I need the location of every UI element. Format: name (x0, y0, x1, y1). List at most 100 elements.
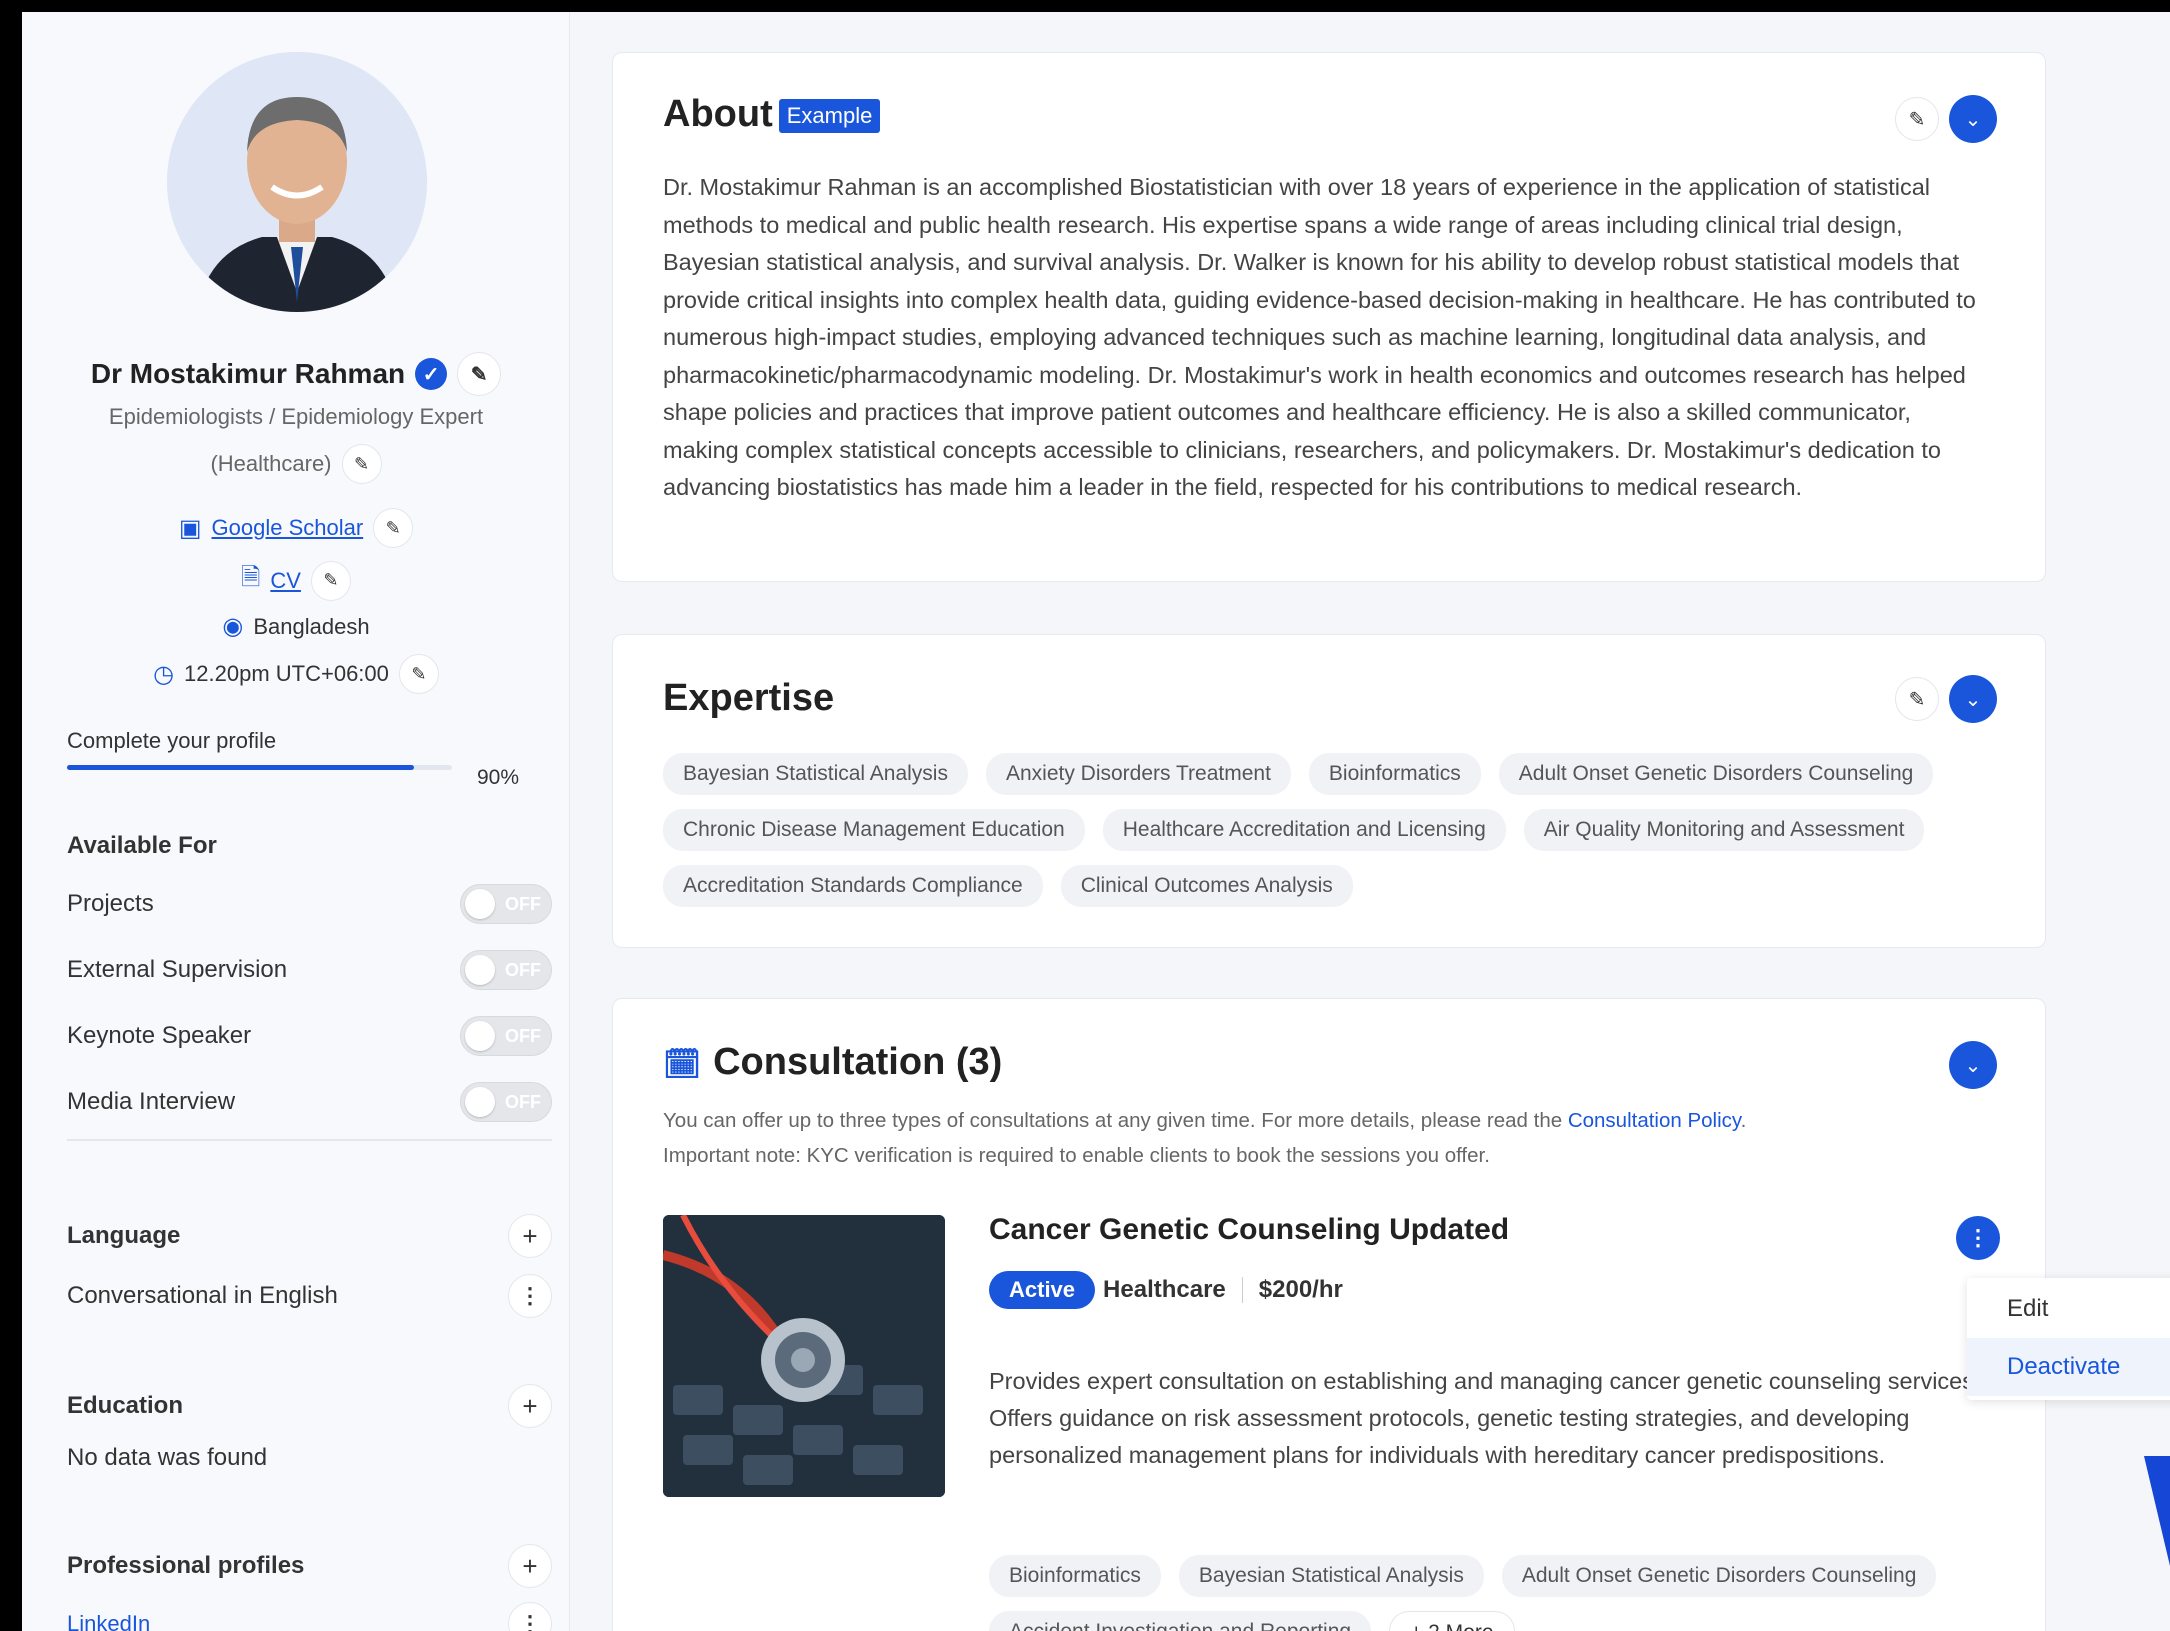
consultation-price: $200/hr (1258, 1276, 1343, 1303)
edit-title-button[interactable]: ✎ (341, 444, 382, 484)
about-text: Dr. Mostakimur Rahman is an accomplished… (663, 174, 1976, 500)
edit-cv-button[interactable]: ✎ (310, 560, 351, 601)
expertise-tag: Adult Onset Genetic Disorders Counseling (1498, 753, 1934, 795)
consultation-item-title[interactable]: Cancer Genetic Counseling Updated (989, 1213, 1509, 1247)
collapse-expertise-button[interactable]: ⌄ (1949, 675, 1997, 723)
collapse-consultation-button[interactable]: ⌄ (1949, 1041, 1997, 1089)
expertise-tag: Anxiety Disorders Treatment (985, 753, 1291, 795)
expertise-tag: Bayesian Statistical Analysis (663, 753, 968, 795)
menu-deactivate[interactable]: Deactivate (1967, 1338, 2170, 1396)
professional-header: Professional profiles + (67, 1544, 552, 1588)
available-for-title: Available For (67, 832, 217, 859)
profile-title-line2: (Healthcare) ✎ (22, 444, 570, 484)
language-item: Conversational in English ⋮ (67, 1274, 552, 1318)
scholar-row: ▣ Google Scholar ✎ (22, 508, 570, 548)
time-text: 12.20pm UTC+06:00 (184, 661, 389, 686)
consultation-tags: Bioinformatics Bayesian Statistical Anal… (989, 1555, 1989, 1631)
example-badge: Example (778, 98, 881, 133)
consultation-meta: Active Healthcare $200/hr (989, 1271, 1343, 1309)
add-language-button[interactable]: + (508, 1214, 552, 1258)
consultation-tag: Accident Investigation and Reporting (989, 1611, 1372, 1631)
expertise-title: Expertise (663, 677, 835, 719)
profile-name: Dr Mostakimur Rahman (90, 358, 406, 389)
edit-expertise-button[interactable]: ✎ (1895, 677, 1939, 721)
location-text: Bangladesh (253, 613, 370, 639)
expertise-tag: Air Quality Monitoring and Assessment (1523, 809, 1925, 851)
professional-item: LinkedIn ⋮ (67, 1602, 552, 1631)
edit-name-button[interactable]: ✎ (457, 352, 502, 396)
about-card: About Example ✎ ⌄ Dr. Mostakimur Rahman i… (612, 52, 2046, 582)
expertise-tag: Chronic Disease Management Education (663, 809, 1085, 851)
available-projects-row: Projects OFF (67, 884, 552, 924)
cursor-arrow-icon (2144, 1456, 2170, 1566)
time-row: ◷ 12.20pm UTC+06:00 ✎ (22, 654, 570, 694)
menu-edit[interactable]: Edit (1967, 1280, 2170, 1338)
consultation-image (663, 1215, 945, 1497)
consultation-category: Healthcare (1103, 1276, 1226, 1303)
consultation-actions: ⌄ (1949, 1041, 1997, 1089)
location-row: ◉ Bangladesh (22, 612, 570, 641)
add-education-button[interactable]: + (508, 1384, 552, 1428)
expertise-tag: Accreditation Standards Compliance (663, 865, 1043, 907)
profile-progress-fill (67, 765, 414, 770)
sidebar-divider (67, 1139, 552, 1141)
add-professional-profile-button[interactable]: + (508, 1544, 552, 1588)
education-header: Education + (67, 1384, 552, 1428)
consultation-note: You can offer up to three types of consu… (663, 1109, 1747, 1167)
available-supervision-row: External Supervision OFF (67, 950, 552, 990)
document-icon: 🗎 (241, 564, 261, 591)
available-keynote-row: Keynote Speaker OFF (67, 1016, 552, 1056)
about-actions: ✎ ⌄ (1895, 95, 1997, 143)
external-supervision-toggle[interactable]: OFF (460, 950, 552, 990)
consultation-policy-link[interactable]: Consultation Policy (1568, 1109, 1741, 1132)
google-scholar-link[interactable]: Google Scholar (212, 515, 364, 541)
keynote-speaker-toggle[interactable]: OFF (460, 1016, 552, 1056)
consultation-tag: Bayesian Statistical Analysis (1178, 1555, 1484, 1597)
more-tags-button[interactable]: + 2 More (1389, 1611, 1515, 1631)
projects-toggle[interactable]: OFF (460, 884, 552, 924)
consultation-tag: Adult Onset Genetic Disorders Counseling (1501, 1555, 1937, 1597)
expertise-card: Expertise ✎ ⌄ Bayesian Statistical Analy… (612, 634, 2046, 948)
cv-row: 🗎 CV ✎ (22, 560, 570, 601)
profile-sidebar: Dr Mostakimur Rahman ✓ ✎ Epidemiologists… (22, 12, 570, 1631)
location-pin-icon: ◉ (222, 613, 244, 640)
language-header: Language + (67, 1214, 552, 1258)
briefcase-clock-icon: 🗓 (663, 1048, 702, 1081)
available-media-row: Media Interview OFF (67, 1082, 552, 1122)
education-empty: No data was found (67, 1444, 268, 1471)
about-title: About Example (663, 93, 881, 136)
expertise-tags: Bayesian Statistical Analysis Anxiety Di… (663, 753, 2023, 907)
cv-link[interactable]: CV (270, 568, 301, 594)
expertise-tag: Bioinformatics (1308, 753, 1481, 795)
verified-badge-icon: ✓ (415, 358, 448, 390)
google-scholar-icon: ▣ (178, 514, 202, 542)
status-badge: Active (989, 1271, 1096, 1309)
avatar (167, 52, 427, 312)
consultation-menu: Edit Deactivate (1967, 1278, 2170, 1400)
profile-name-row: Dr Mostakimur Rahman ✓ ✎ (22, 352, 570, 396)
collapse-about-button[interactable]: ⌄ (1949, 95, 1997, 143)
profile-progress-bar (67, 765, 452, 770)
linkedin-more-icon[interactable]: ⋮ (508, 1602, 552, 1631)
profile-progress-value: 90% (477, 766, 520, 789)
language-more-icon[interactable]: ⋮ (508, 1274, 552, 1318)
app-frame: Dr Mostakimur Rahman ✓ ✎ Epidemiologists… (22, 12, 2170, 1631)
consultation-card: 🗓 Consultation (3) ⌄ You can offer up to … (612, 998, 2046, 1631)
avatar-photo (167, 52, 427, 312)
expertise-tag: Clinical Outcomes Analysis (1060, 865, 1353, 907)
consultation-tag: Bioinformatics (989, 1555, 1161, 1597)
clock-icon: ◷ (153, 660, 175, 688)
consultation-title: 🗓 Consultation (3) (663, 1041, 1003, 1083)
complete-profile-label: Complete your profile (67, 728, 277, 753)
edit-time-button[interactable]: ✎ (398, 654, 439, 694)
linkedin-link[interactable]: LinkedIn (67, 1611, 150, 1631)
consultation-description: Provides expert consultation on establis… (989, 1368, 1981, 1468)
media-interview-toggle[interactable]: OFF (460, 1082, 552, 1122)
edit-scholar-button[interactable]: ✎ (373, 508, 414, 548)
stethoscope-keyboard-image (663, 1215, 945, 1497)
expertise-actions: ✎ ⌄ (1895, 675, 1997, 723)
consultation-more-icon[interactable]: ⋮ (1956, 1216, 2000, 1260)
profile-title-line1: Epidemiologists / Epidemiology Expert (108, 404, 484, 429)
edit-about-button[interactable]: ✎ (1895, 97, 1939, 141)
expertise-tag: Healthcare Accreditation and Licensing (1102, 809, 1506, 851)
